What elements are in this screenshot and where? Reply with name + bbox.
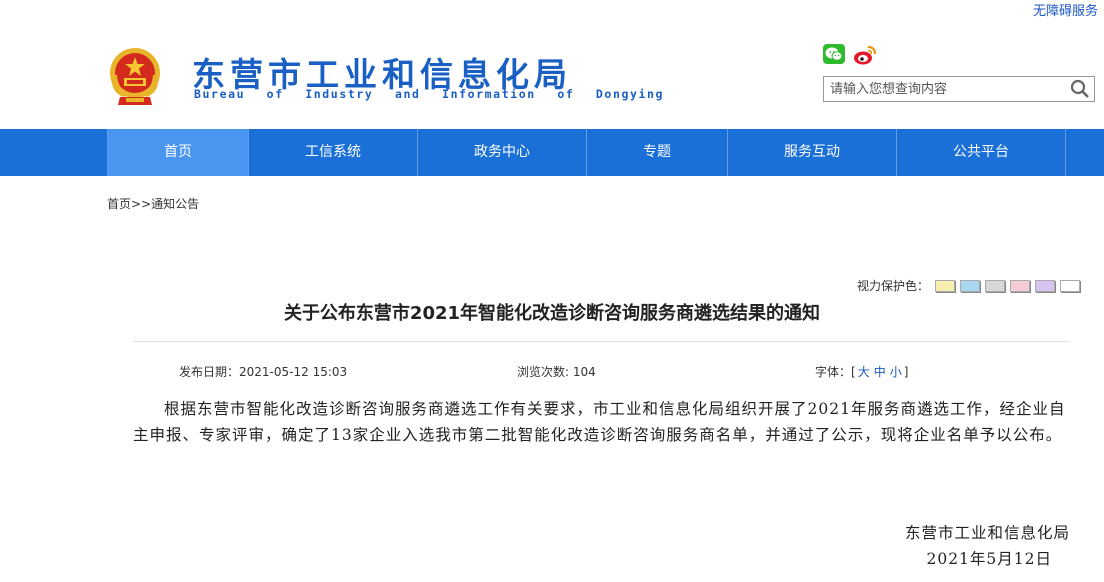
article-signature: 东营市工业和信息化局 (904, 524, 1070, 542)
article-sign-date: 2021年5月12日 (926, 550, 1052, 568)
publish-date-value: 2021-05-12 15:03 (239, 365, 348, 379)
breadcrumb: 首页>>通知公告 (107, 195, 199, 212)
search-input[interactable] (830, 80, 1060, 98)
font-size-bracket: ] (903, 365, 909, 379)
site-title-english: Bureau of Industry and Information of Do… (194, 87, 665, 101)
swatch-gray[interactable] (985, 279, 1006, 292)
title-divider (133, 341, 1070, 342)
swatch-yellow[interactable] (935, 279, 956, 292)
swatch-blue[interactable] (960, 279, 981, 292)
article-title: 关于公布东营市2021年智能化改造诊断咨询服务商遴选结果的通知 (283, 303, 821, 324)
font-small-button[interactable]: 小 (890, 365, 902, 379)
nav-item-service-interaction[interactable]: 服务互动 (727, 129, 896, 176)
view-count-label: 浏览次数: (517, 365, 573, 379)
font-size-control: 字体：[大中小] (815, 363, 908, 380)
eye-protection-label: 视力保护色： (857, 279, 930, 293)
social-links (823, 44, 877, 66)
article-body: 根据东营市智能化改造诊断咨询服务商遴选工作有关要求，市工业和信息化局组织开展了2… (133, 400, 1066, 444)
publish-date: 发布日期：2021-05-12 15:03 (179, 363, 347, 380)
nav-item-government-center[interactable]: 政务中心 (417, 129, 586, 176)
nav-item-home[interactable]: 首页 (107, 129, 248, 176)
font-medium-button[interactable]: 中 (874, 365, 886, 379)
nav-item-public-platform[interactable]: 公共平台 (896, 129, 1065, 176)
font-large-button[interactable]: 大 (858, 365, 870, 379)
national-emblem-logo (106, 45, 164, 107)
view-count-value: 104 (572, 365, 596, 379)
publish-date-label: 发布日期： (179, 365, 240, 379)
swatch-white[interactable] (1060, 279, 1081, 292)
swatch-purple[interactable] (1035, 279, 1056, 292)
weibo-icon[interactable] (853, 44, 877, 66)
nav-item-topics[interactable]: 专题 (586, 129, 727, 176)
search-icon[interactable] (1070, 79, 1090, 99)
breadcrumb-separator: >> (131, 197, 152, 211)
view-count: 浏览次数: 104 (517, 363, 596, 380)
nav-item-industry-system[interactable]: 工信系统 (248, 129, 417, 176)
main-nav: 首页 工信系统 政务中心 专题 服务互动 公共平台 (0, 129, 1104, 176)
nav-divider (1065, 129, 1066, 176)
breadcrumb-current-link[interactable]: 通知公告 (151, 197, 199, 211)
accessibility-service-link[interactable]: 无障碍服务 (1033, 0, 1098, 19)
eye-protection-colors: 视力保护色： (857, 277, 1085, 294)
wechat-icon[interactable] (823, 44, 845, 64)
search-box (823, 76, 1095, 102)
font-size-label: 字体：[ (815, 365, 856, 379)
breadcrumb-home-link[interactable]: 首页 (107, 197, 131, 211)
swatch-pink[interactable] (1010, 279, 1031, 292)
